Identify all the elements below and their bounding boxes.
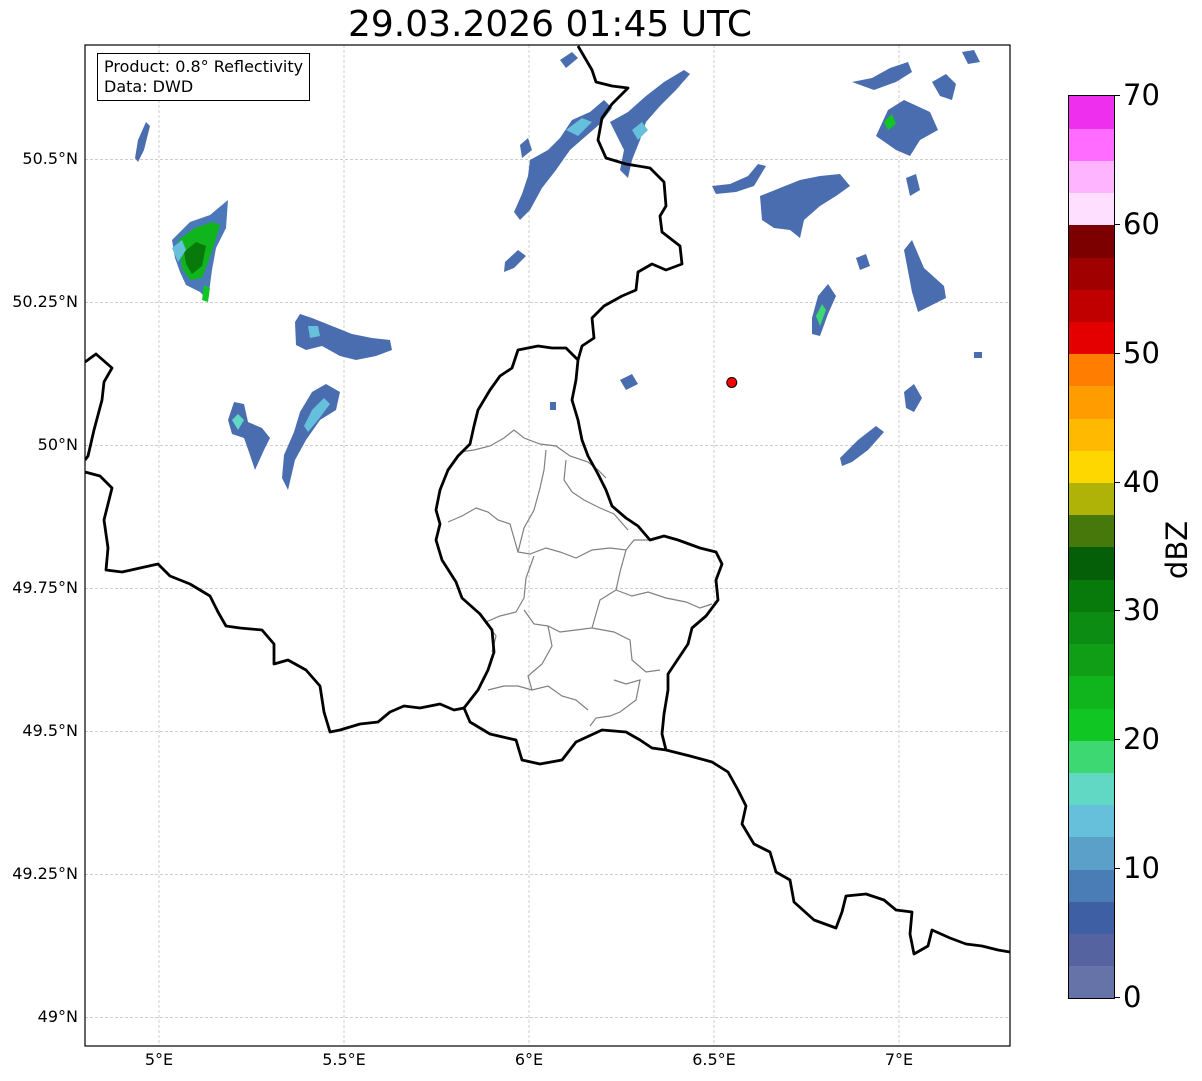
colorbar-tick (1114, 610, 1120, 612)
lat-tick-label: 49.75°N (12, 578, 78, 598)
colorbar-segment (1069, 708, 1114, 741)
radar-echo-cell (560, 52, 578, 68)
radar-echo-cell (550, 402, 556, 410)
colorbar-tick-label: 70 (1123, 78, 1160, 112)
radar-echo-cell (876, 100, 938, 156)
colorbar-segment (1069, 321, 1114, 355)
radar-echo-cell (906, 174, 920, 196)
lon-tick-label: 5.5°E (322, 1050, 366, 1069)
radar-site-marker (726, 376, 738, 388)
colorbar-segment (1069, 675, 1114, 709)
radar-echo-cell (308, 326, 320, 338)
info-box: Product: 0.8° Reflectivity Data: DWD (97, 53, 311, 101)
radar-map[interactable] (0, 0, 1202, 1081)
radar-echo-cell (974, 352, 982, 358)
colorbar-tick (1114, 95, 1120, 96)
colorbar-tick (1114, 481, 1120, 483)
colorbar-tick-label: 50 (1123, 335, 1160, 370)
colorbar-segment (1069, 160, 1114, 194)
national-borders (85, 45, 1010, 956)
lon-tick-label: 5°E (144, 1050, 174, 1069)
colorbar-segment (1069, 482, 1114, 516)
radar-echo-cell (712, 164, 766, 194)
radar-echo-cell (520, 138, 532, 158)
info-data-source: Data: DWD (104, 77, 194, 96)
radar-echo-cell (282, 384, 340, 490)
colorbar-segment (1069, 450, 1114, 484)
radar-echo-cell (852, 62, 912, 90)
colorbar-segment (1069, 804, 1114, 838)
colorbar-tick-label: 40 (1123, 464, 1160, 499)
colorbar-segment (1069, 772, 1114, 806)
lon-tick-label: 7°E (884, 1050, 914, 1069)
lon-tick-label: 6.5°E (692, 1050, 736, 1069)
colorbar-tick-label: 20 (1123, 722, 1160, 757)
radar-echo-cell (904, 384, 922, 412)
colorbar-tick-label: 0 (1123, 980, 1142, 1014)
colorbar-segment (1069, 289, 1114, 322)
colorbar-segment (1069, 353, 1114, 387)
colorbar-segment (1069, 385, 1114, 419)
colorbar-tick-label: 60 (1123, 206, 1160, 241)
colorbar-segment (1069, 128, 1114, 161)
colorbar-tick (1114, 997, 1120, 998)
radar-echo-cell (504, 250, 526, 272)
colorbar-tick (1114, 739, 1120, 741)
lat-tick-label: 50°N (37, 435, 78, 455)
colorbar-tick (1114, 223, 1120, 225)
radar-echo-cell (295, 314, 392, 360)
lat-tick-label: 50.5°N (22, 149, 78, 169)
colorbar (1068, 95, 1115, 999)
lat-tick-label: 50.25°N (12, 292, 78, 312)
colorbar-segment (1069, 643, 1114, 677)
colorbar-segment (1069, 933, 1114, 967)
colorbar-segment (1069, 579, 1114, 612)
colorbar-segment (1069, 418, 1114, 451)
colorbar-segment (1069, 901, 1114, 935)
colorbar-segment (1069, 192, 1114, 226)
colorbar-segment (1069, 869, 1114, 902)
radar-echo-cell (856, 254, 870, 270)
colorbar-segment (1069, 836, 1114, 870)
colorbar-segment (1069, 257, 1114, 290)
colorbar-segment (1069, 514, 1114, 548)
radar-echoes (135, 50, 982, 490)
colorbar-label: dBZ (1160, 520, 1194, 580)
colorbar-segment (1069, 224, 1114, 258)
lat-tick-label: 49.25°N (12, 864, 78, 884)
colorbar-segment (1069, 547, 1114, 580)
colorbar-segment (1069, 965, 1114, 999)
radar-echo-cell (840, 426, 884, 466)
radar-echo-cell (228, 402, 270, 470)
colorbar-segment (1069, 740, 1114, 773)
lat-tick-label: 49.5°N (22, 721, 78, 741)
radar-echo-cell (620, 374, 638, 390)
colorbar-segment (1069, 96, 1114, 129)
lon-tick-label: 6°E (514, 1050, 544, 1069)
radar-echo-cell (904, 240, 946, 312)
colorbar-segment (1069, 611, 1114, 645)
colorbar-tick-label: 10 (1123, 851, 1160, 886)
radar-echo-cell (135, 122, 150, 162)
colorbar-tick-label: 30 (1123, 593, 1160, 628)
lat-tick-label: 49°N (37, 1007, 78, 1027)
info-product: Product: 0.8° Reflectivity (104, 57, 304, 76)
colorbar-tick (1114, 352, 1120, 354)
radar-echo-cell (932, 74, 956, 100)
radar-echo-cell (962, 50, 980, 64)
colorbar-tick (1114, 868, 1120, 870)
radar-echo-cell (760, 174, 850, 238)
canton-boundaries (447, 429, 713, 727)
